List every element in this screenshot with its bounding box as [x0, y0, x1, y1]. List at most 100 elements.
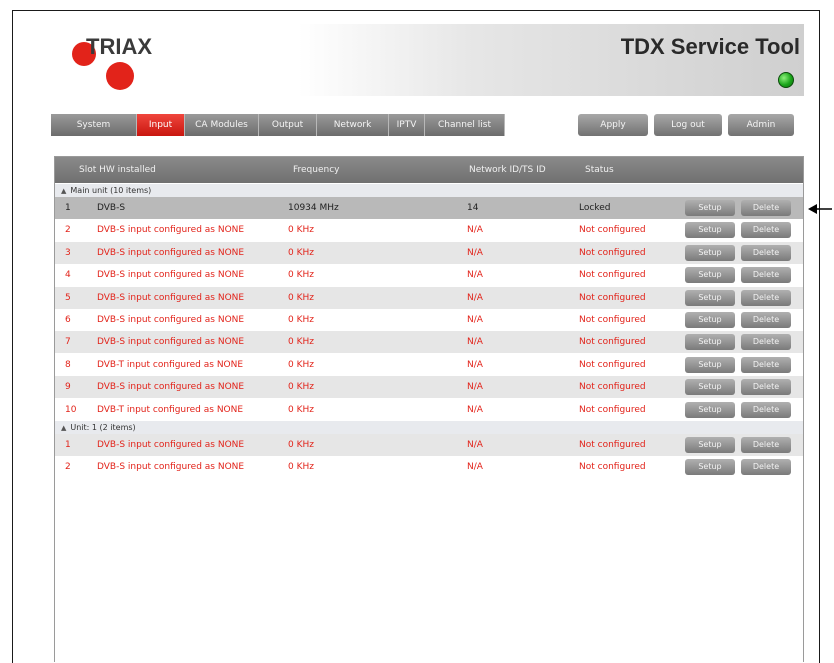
table-row[interactable]: 10 DVB-T input configured as NONE 0 KHz N/A…: [55, 398, 803, 421]
delete-button[interactable]: Delete: [741, 356, 791, 373]
cell-slot: 6: [65, 315, 71, 325]
table-row[interactable]: 7 DVB-S input configured as NONE 0 KHz N/A N…: [55, 331, 803, 354]
delete-button[interactable]: Delete: [741, 459, 791, 476]
delete-button[interactable]: Delete: [741, 289, 791, 306]
cell-hw: DVB-T input configured as NONE: [97, 359, 244, 370]
cell-network-id: N/A: [467, 292, 483, 303]
setup-button[interactable]: Setup: [685, 267, 735, 284]
tab-ca-modules[interactable]: CA Modules: [185, 114, 259, 136]
cell-hw: DVB-S input configured as NONE: [97, 315, 245, 325]
cell-frequency: 0 KHz: [288, 359, 314, 370]
cell-frequency: 10934 MHz: [288, 203, 339, 213]
apply-button[interactable]: Apply: [578, 114, 648, 136]
cell-network-id: N/A: [467, 247, 483, 258]
logo-text: TRIAX: [86, 34, 152, 59]
cell-status: Not configured: [579, 382, 646, 393]
cell-hw: DVB-S input configured as NONE: [97, 270, 245, 281]
log-out-button[interactable]: Log out: [654, 114, 722, 136]
table-row[interactable]: 2 DVB-S input configured as NONE 0 KHz N/A N…: [55, 219, 803, 242]
table-row[interactable]: 1 DVB-S input configured as NONE 0 KHz N/A N…: [55, 434, 803, 456]
tab-input[interactable]: Input: [137, 114, 185, 136]
tab-output[interactable]: Output: [259, 114, 317, 136]
table-row[interactable]: 4 DVB-S input configured as NONE 0 KHz N/A N…: [55, 264, 803, 287]
cell-network-id: 14: [467, 203, 479, 213]
setup-button[interactable]: Setup: [685, 200, 735, 216]
group-row[interactable]: ▲ Main unit (10 items): [55, 184, 803, 197]
cell-slot: 5: [65, 292, 71, 303]
cell-hw: DVB-S input configured as NONE: [97, 225, 245, 236]
delete-button[interactable]: Delete: [741, 200, 791, 216]
column-header-status[interactable]: Status: [585, 165, 614, 175]
cell-frequency: 0 KHz: [288, 462, 314, 473]
delete-button[interactable]: Delete: [741, 222, 791, 239]
table-row[interactable]: 9 DVB-S input configured as NONE 0 KHz N/A N…: [55, 376, 803, 399]
setup-button[interactable]: Setup: [685, 312, 735, 328]
setup-button[interactable]: Setup: [685, 401, 735, 418]
column-header-network-id[interactable]: Network ID/TS ID: [469, 165, 546, 175]
setup-button[interactable]: Setup: [685, 222, 735, 239]
cell-frequency: 0 KHz: [288, 270, 314, 281]
delete-button[interactable]: Delete: [741, 401, 791, 418]
table-row[interactable]: 2 DVB-S input configured as NONE 0 KHz N/A N…: [55, 456, 803, 479]
setup-button[interactable]: Setup: [685, 437, 735, 453]
tab-network[interactable]: Network: [317, 114, 389, 136]
group-row[interactable]: ▲ Unit: 1 (2 items): [55, 421, 803, 434]
cell-frequency: 0 KHz: [288, 315, 314, 325]
cell-frequency: 0 KHz: [288, 440, 314, 450]
cell-hw: DVB-S input configured as NONE: [97, 462, 245, 473]
cell-slot: 9: [65, 382, 71, 393]
cell-hw: DVB-S input configured as NONE: [97, 247, 245, 258]
header: TRIAX TDX Service Tool: [68, 24, 804, 96]
cell-slot: 4: [65, 270, 71, 281]
cell-hw: DVB-S: [97, 203, 126, 213]
delete-button[interactable]: Delete: [741, 312, 791, 328]
cell-status: Not configured: [579, 247, 646, 258]
table-row[interactable]: 3 DVB-S input configured as NONE 0 KHz N/A N…: [55, 241, 803, 264]
setup-button[interactable]: Setup: [685, 459, 735, 476]
left-arrow-icon: [808, 204, 832, 214]
column-header-slot[interactable]: Slot HW installed: [79, 165, 156, 175]
cell-hw: DVB-T input configured as NONE: [97, 404, 244, 415]
cell-slot: 1: [65, 440, 71, 450]
cell-hw: DVB-S input configured as NONE: [97, 337, 245, 348]
cell-status: Not configured: [579, 270, 646, 281]
column-header-frequency[interactable]: Frequency: [293, 165, 340, 175]
cell-network-id: N/A: [467, 404, 483, 415]
table-row[interactable]: 1 DVB-S 10934 MHz 14 Locked Setup Delete: [55, 197, 803, 219]
group-label: Unit: 1 (2 items): [70, 423, 136, 432]
cell-frequency: 0 KHz: [288, 337, 314, 348]
setup-button[interactable]: Setup: [685, 379, 735, 396]
cell-slot: 1: [65, 203, 71, 213]
setup-button[interactable]: Setup: [685, 244, 735, 261]
cell-hw: DVB-S input configured as NONE: [97, 292, 245, 303]
cell-status: Not configured: [579, 292, 646, 303]
cell-frequency: 0 KHz: [288, 247, 314, 258]
tab-iptv[interactable]: IPTV: [389, 114, 425, 136]
cell-frequency: 0 KHz: [288, 292, 314, 303]
tab-system[interactable]: System: [51, 114, 137, 136]
table-row[interactable]: 8 DVB-T input configured as NONE 0 KHz N/A N…: [55, 353, 803, 376]
delete-button[interactable]: Delete: [741, 334, 791, 351]
cell-network-id: N/A: [467, 382, 483, 393]
delete-button[interactable]: Delete: [741, 267, 791, 284]
setup-button[interactable]: Setup: [685, 356, 735, 373]
cell-status: Not configured: [579, 315, 646, 325]
setup-button[interactable]: Setup: [685, 334, 735, 351]
main-nav: System Input CA Modules Output Network IPTV Ch…: [51, 114, 505, 136]
table-row[interactable]: 5 DVB-S input configured as NONE 0 KHz N/A N…: [55, 286, 803, 309]
delete-button[interactable]: Delete: [741, 379, 791, 396]
cell-slot: 3: [65, 247, 71, 258]
tab-channel-list[interactable]: Channel list: [425, 114, 505, 136]
setup-button[interactable]: Setup: [685, 289, 735, 306]
cell-network-id: N/A: [467, 315, 483, 325]
delete-button[interactable]: Delete: [741, 437, 791, 453]
delete-button[interactable]: Delete: [741, 244, 791, 261]
admin-button[interactable]: Admin: [728, 114, 794, 136]
cell-slot: 10: [65, 404, 77, 415]
cell-status: Not configured: [579, 359, 646, 370]
cell-slot: 8: [65, 359, 71, 370]
cell-network-id: N/A: [467, 337, 483, 348]
triax-logo: TRIAX: [68, 30, 188, 90]
table-row[interactable]: 6 DVB-S input configured as NONE 0 KHz N/A N…: [55, 309, 803, 331]
cell-network-id: N/A: [467, 359, 483, 370]
